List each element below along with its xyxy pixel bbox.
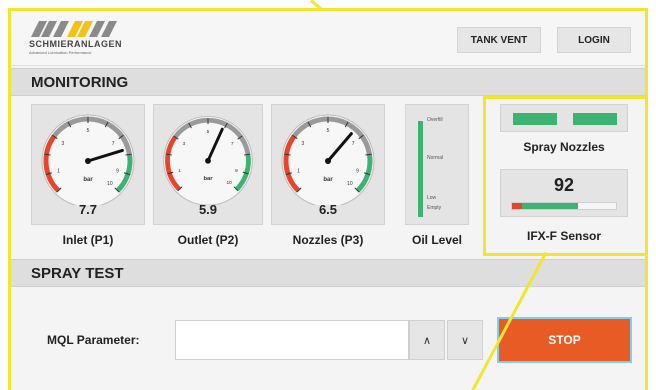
svg-text:1: 1	[178, 168, 181, 174]
outlet-gauge-value: 5.9	[198, 202, 218, 217]
inlet-gauge-value: 7.7	[78, 202, 98, 217]
nozzles-gauge-card: 1 3 5 7 9 10 bar 6.5	[271, 104, 385, 225]
nozzles-gauge-label: Nozzles (P3)	[292, 233, 364, 247]
spray-nozzles-label: Spray Nozzles	[523, 140, 605, 154]
outlet-gauge-icon: 1 3 5 7 910 bar	[163, 115, 253, 206]
logo-tagline: Advanced Lubrication Performance	[29, 50, 92, 55]
ifx-sensor-value: 92	[553, 175, 575, 195]
outlet-gauge-label: Outlet (P2)	[177, 233, 239, 247]
inlet-gauge-card: 1 3 5 7 9 10 bar 7.7	[31, 104, 145, 225]
nozzles-gauge-value: 6.5	[318, 202, 338, 217]
inlet-gauge-label: Inlet (P1)	[62, 233, 114, 247]
svg-text:1: 1	[297, 169, 300, 175]
inlet-gauge-icon: 1 3 5 7 910 bar	[41, 114, 135, 208]
svg-text:7: 7	[112, 141, 115, 147]
svg-text:bar: bar	[323, 177, 333, 183]
oil-level-label: Oil Level	[411, 233, 463, 247]
svg-text:9: 9	[116, 169, 119, 175]
svg-text:9: 9	[235, 168, 238, 174]
spray-test-section-header: SPRAY TEST	[11, 259, 645, 287]
svg-text:5: 5	[327, 128, 330, 134]
oil-level-mark-low: Low	[427, 195, 437, 201]
svg-text:3: 3	[62, 141, 65, 147]
svg-text:3: 3	[302, 141, 305, 147]
nozzles-gauge-icon: 1 3 5 7 910 bar	[281, 114, 375, 208]
login-button[interactable]: LOGIN	[557, 27, 631, 53]
company-logo: SCHMIERANLAGEN Advanced Lubrication Perf…	[27, 19, 127, 59]
svg-text:7: 7	[231, 141, 234, 147]
svg-text:1: 1	[57, 169, 60, 175]
svg-text:3: 3	[182, 141, 185, 147]
oil-level-card: Overfill Normal Low Empty	[405, 104, 469, 225]
app-window: SCHMIERANLAGEN Advanced Lubrication Perf…	[8, 8, 648, 390]
logo-name: SCHMIERANLAGEN	[29, 39, 123, 49]
oil-level-bar	[418, 121, 423, 217]
svg-text:7: 7	[352, 141, 355, 147]
monitoring-section-header: MONITORING	[11, 68, 645, 96]
ifx-sensor-label: IFX-F Sensor	[526, 229, 601, 243]
oil-level-mark-empty: Empty	[427, 205, 442, 211]
tank-vent-button[interactable]: TANK VENT	[457, 27, 541, 53]
nozzle-2-status	[573, 113, 617, 125]
monitoring-title: MONITORING	[31, 74, 129, 91]
oil-level-mark-normal: Normal	[427, 155, 444, 161]
mql-parameter-input[interactable]	[175, 320, 409, 360]
svg-text:10: 10	[226, 180, 232, 186]
header: SCHMIERANLAGEN Advanced Lubrication Perf…	[11, 11, 645, 66]
ifx-sensor-bar	[511, 202, 617, 210]
spray-test-title: SPRAY TEST	[31, 265, 124, 282]
mql-parameter-label: MQL Parameter:	[47, 333, 140, 347]
ifx-sensor-card: 92	[500, 169, 628, 217]
svg-text:bar: bar	[204, 176, 214, 182]
svg-text:bar: bar	[83, 177, 93, 183]
svg-text:5: 5	[87, 128, 90, 134]
oil-level-mark-overfill: Overfill	[427, 117, 443, 123]
spray-nozzles-indicator	[500, 104, 628, 132]
nozzle-1-status	[513, 113, 557, 125]
outlet-gauge-card: 1 3 5 7 9 10 bar 5.9	[153, 104, 263, 225]
svg-text:10: 10	[347, 181, 353, 187]
mql-decrease-button[interactable]: ∨	[447, 320, 483, 360]
svg-text:10: 10	[107, 181, 113, 187]
stop-button[interactable]: STOP	[497, 317, 632, 363]
logo-mark-icon	[31, 21, 117, 37]
svg-text:5: 5	[207, 129, 210, 135]
mql-increase-button[interactable]: ∧	[409, 320, 445, 360]
svg-text:9: 9	[356, 169, 359, 175]
